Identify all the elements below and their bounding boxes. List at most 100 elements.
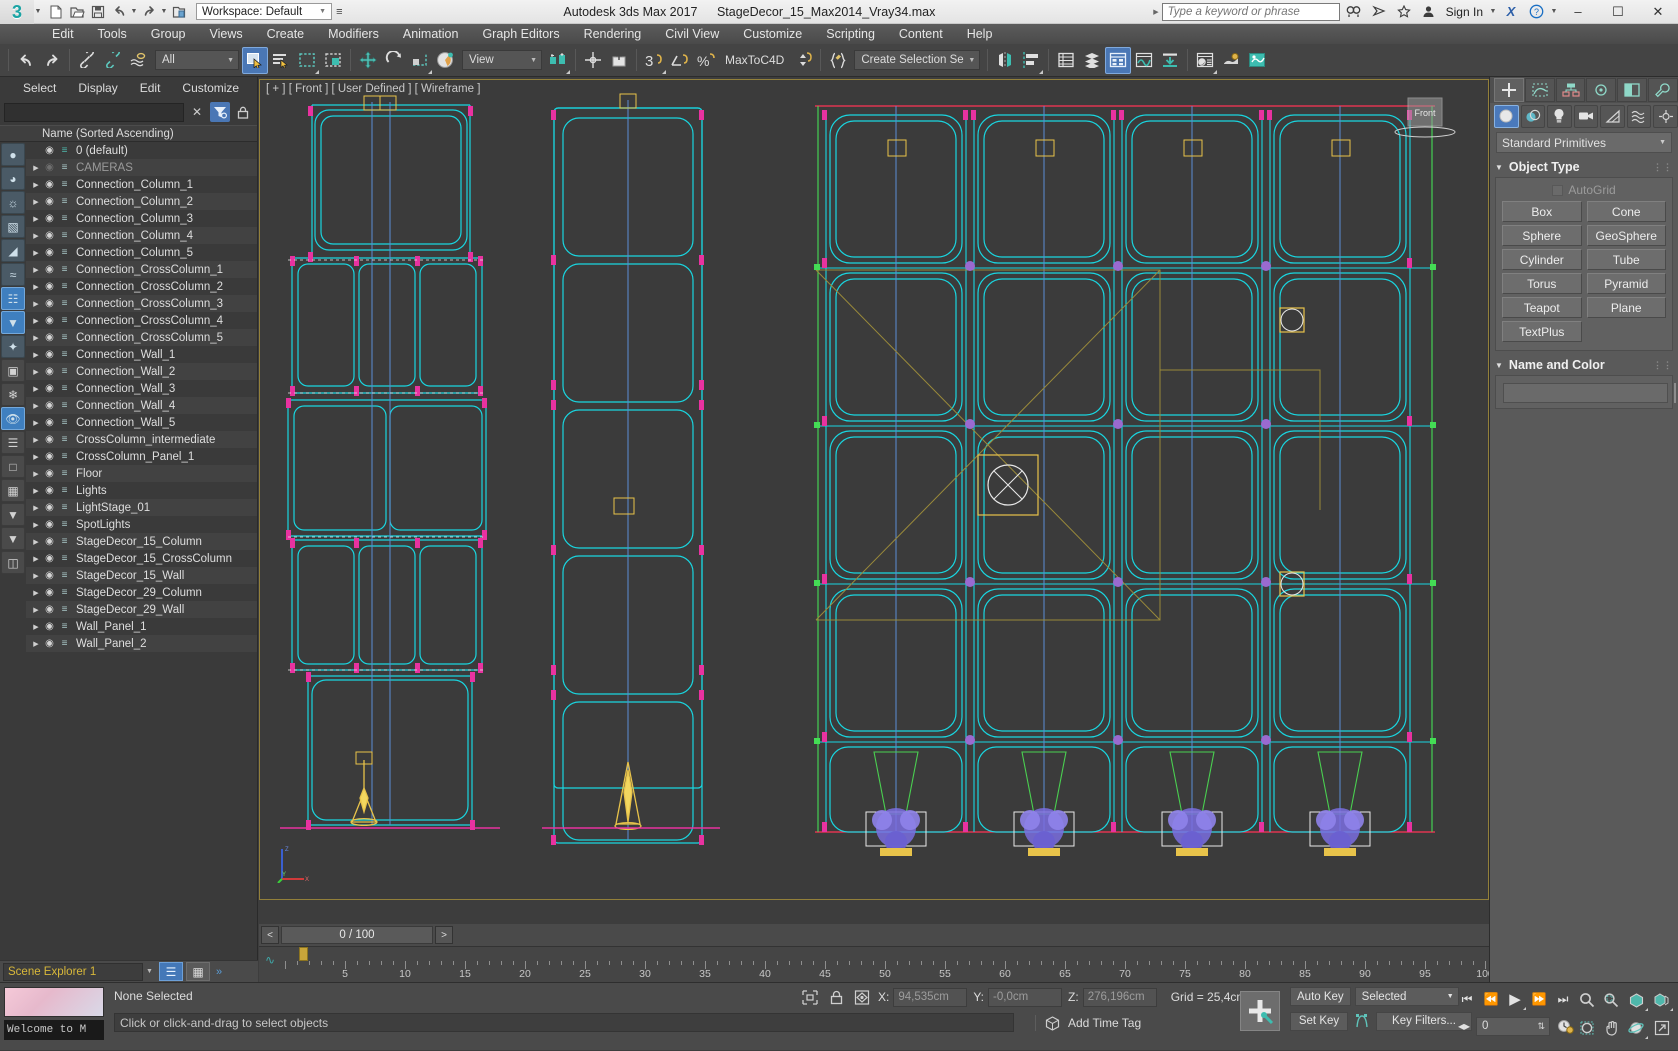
visibility-eye-icon[interactable]: ◉	[42, 604, 57, 615]
menu-help[interactable]: Help	[955, 24, 1005, 44]
visibility-eye-icon[interactable]: ◉	[42, 621, 57, 632]
redo-icon[interactable]	[39, 47, 65, 74]
visibility-eye-icon[interactable]: ◉	[42, 434, 57, 445]
scene-explorer-row[interactable]: ▶◉≡Connection_Column_3	[26, 210, 257, 227]
select-and-manipulate-icon[interactable]	[580, 47, 606, 74]
set-key-button[interactable]: Set Key	[1290, 1012, 1348, 1031]
app-logo[interactable]: 3	[0, 0, 34, 24]
favorites-star-icon[interactable]	[1393, 2, 1415, 22]
explorer-menu-customize[interactable]: Customize	[171, 81, 250, 95]
scene-explorer-row[interactable]: ▶◉≡StageDecor_15_Wall	[26, 567, 257, 584]
menu-views[interactable]: Views	[197, 24, 254, 44]
filter-off-icon[interactable]: ▼	[1, 503, 25, 526]
scene-explorer-row[interactable]: ▶◉≡Lights	[26, 482, 257, 499]
scene-explorer-row[interactable]: ▶◉≡CrossColumn_intermediate	[26, 431, 257, 448]
scene-explorer-row[interactable]: ▶◉≡SpotLights	[26, 516, 257, 533]
autogrid-checkbox[interactable]	[1552, 185, 1563, 196]
redo-icon[interactable]	[139, 2, 159, 22]
explorer-menu-display[interactable]: Display	[67, 81, 128, 95]
expand-triangle-icon[interactable]: ▶	[30, 453, 42, 461]
filter-xrefs-icon[interactable]: ▼	[1, 311, 25, 334]
menu-graph-editors[interactable]: Graph Editors	[470, 24, 571, 44]
create-tab[interactable]	[1494, 78, 1524, 102]
viewport-label[interactable]: [ + ] [ Front ] [ User Defined ] [ Wiref…	[266, 83, 480, 95]
user-account-icon[interactable]	[1418, 2, 1440, 22]
expand-triangle-icon[interactable]: ▶	[30, 351, 42, 359]
torus-button[interactable]: Torus	[1502, 273, 1582, 294]
column-config-icon[interactable]: ▦	[1, 479, 25, 502]
selection-lock-icon[interactable]	[826, 987, 846, 1007]
workspace-selector[interactable]: Workspace: Default ▼	[196, 3, 332, 20]
sign-in-dropdown-icon[interactable]: ▼	[1489, 8, 1497, 15]
explorer-column-header[interactable]: Name (Sorted Ascending)	[0, 125, 257, 142]
menu-tools[interactable]: Tools	[86, 24, 139, 44]
layer-explorer-icon[interactable]	[1053, 47, 1079, 74]
visibility-eye-icon[interactable]: ◉	[42, 468, 57, 479]
visibility-eye-icon[interactable]: ◉	[42, 417, 57, 428]
container-icon[interactable]: ◫	[1, 551, 25, 574]
menu-group[interactable]: Group	[139, 24, 198, 44]
filter-icon[interactable]	[210, 102, 230, 122]
expand-triangle-icon[interactable]: ▶	[30, 198, 42, 206]
menu-scripting[interactable]: Scripting	[814, 24, 887, 44]
autogrid-row[interactable]: AutoGrid	[1502, 183, 1666, 197]
visibility-eye-icon[interactable]: ◉	[42, 281, 57, 292]
explorer-expand-icon[interactable]: »	[216, 966, 222, 978]
display-dialog-icon[interactable]: ▣	[1, 359, 25, 382]
visibility-eye-icon[interactable]: ◉	[42, 638, 57, 649]
filter-shapes-icon[interactable]: ◕	[1, 167, 25, 190]
key-mode-combo[interactable]: Selected ▼	[1355, 987, 1459, 1006]
rendered-frame-window-icon[interactable]	[1244, 47, 1270, 74]
expand-triangle-icon[interactable]: ▶	[30, 283, 42, 291]
expand-all-icon[interactable]: ☰	[1, 431, 25, 454]
curve-editor-toggle-icon[interactable]: ∿	[265, 953, 275, 967]
explorer-menu-edit[interactable]: Edit	[129, 81, 172, 95]
play-animation-button[interactable]: ▶	[1503, 987, 1527, 1011]
scene-explorer-row[interactable]: ▶◉≡CAMERAS	[26, 159, 257, 176]
geosphere-button[interactable]: GeoSphere	[1587, 225, 1667, 246]
explorer-search-input[interactable]	[4, 103, 184, 122]
expand-triangle-icon[interactable]: ▶	[30, 470, 42, 478]
visibility-eye-icon[interactable]: ◉	[42, 553, 57, 564]
expand-triangle-icon[interactable]: ▶	[30, 249, 42, 257]
current-frame-spinner[interactable]: 0 ⇅	[1476, 1017, 1550, 1036]
add-time-tag-label[interactable]: Add Time Tag	[1068, 1016, 1141, 1030]
maximize-viewport-toggle-icon[interactable]	[1649, 1015, 1674, 1040]
expand-triangle-icon[interactable]: ▶	[30, 232, 42, 240]
helpers-subtab[interactable]	[1600, 105, 1625, 128]
visibility-eye-icon[interactable]: ◉	[42, 264, 57, 275]
scene-explorer-row[interactable]: ▶◉≡CrossColumn_Panel_1	[26, 448, 257, 465]
object-color-swatch[interactable]	[1674, 383, 1676, 403]
expand-triangle-icon[interactable]: ▶	[30, 538, 42, 546]
use-pivot-point-center-icon[interactable]	[545, 47, 571, 74]
visibility-eye-icon[interactable]: ◉	[42, 349, 57, 360]
explorer-name-dropdown-icon[interactable]: ▼	[143, 968, 156, 975]
expand-triangle-icon[interactable]: ▶	[30, 300, 42, 308]
welcome-label[interactable]: Welcome to M	[4, 1020, 104, 1040]
motion-tab[interactable]	[1586, 78, 1616, 102]
reference-coordinate-system-combo[interactable]: View▼	[462, 50, 542, 70]
coord-x-value[interactable]: 94,535cm	[893, 988, 967, 1007]
expand-triangle-icon[interactable]: ▶	[30, 385, 42, 393]
cameras-subtab[interactable]	[1574, 105, 1599, 128]
placement-tool-icon[interactable]	[433, 47, 459, 74]
isolate-selection-icon[interactable]	[800, 987, 820, 1007]
curve-editor-icon[interactable]	[1131, 47, 1157, 74]
menu-civil-view[interactable]: Civil View	[653, 24, 731, 44]
cylinder-button[interactable]: Cylinder	[1502, 249, 1582, 270]
menu-animation[interactable]: Animation	[391, 24, 471, 44]
visibility-eye-icon[interactable]: ◉	[42, 298, 57, 309]
toggle-scene-explorer-icon[interactable]	[1105, 47, 1131, 74]
viewport-front[interactable]: [ + ] [ Front ] [ User Defined ] [ Wiref…	[259, 79, 1489, 900]
next-frame-button[interactable]: ⏩	[1527, 987, 1551, 1011]
maximize-button[interactable]: ☐	[1598, 0, 1638, 24]
named-selection-sets-combo[interactable]: Create Selection Se▼	[854, 50, 980, 70]
expand-triangle-icon[interactable]: ▶	[30, 487, 42, 495]
select-object-icon[interactable]	[242, 47, 268, 74]
scene-explorer-row[interactable]: ▶◉≡Connection_CrossColumn_1	[26, 261, 257, 278]
goto-start-button[interactable]: ⏮	[1455, 987, 1479, 1011]
pyramid-button[interactable]: Pyramid	[1587, 273, 1667, 294]
sign-in-button[interactable]: Sign In	[1443, 5, 1486, 19]
scene-explorer-list[interactable]: ◉≡0 (default)▶◉≡CAMERAS▶◉≡Connection_Col…	[26, 142, 257, 960]
rectangular-selection-region-icon[interactable]	[294, 47, 320, 74]
